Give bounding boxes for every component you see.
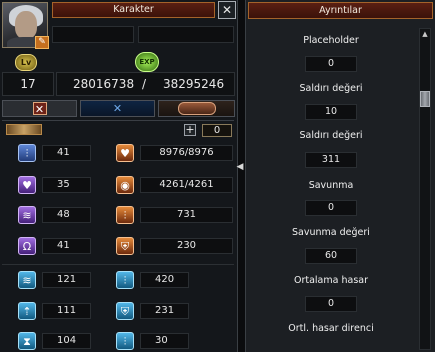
attack-speed-icon: ⫶ bbox=[116, 271, 134, 289]
detail-label: Saldırı değeri bbox=[299, 83, 363, 94]
detail-label: Savunma değeri bbox=[292, 227, 370, 238]
character-window: ✎ Karakter ✕ Lv EXP 17 28016738 / 382952… bbox=[0, 0, 238, 352]
emotion-oval-icon bbox=[177, 102, 216, 115]
crossed-swords-icon: ✕ bbox=[32, 102, 47, 116]
hp-value: 8976/8976 bbox=[140, 145, 233, 161]
magic-attack-icon: ⇡ bbox=[18, 302, 36, 320]
vitality-heart-icon[interactable]: ♥ bbox=[18, 176, 36, 194]
tab-status[interactable]: ✕ bbox=[2, 100, 77, 117]
attack-value: 731 bbox=[140, 207, 233, 223]
stats-divider bbox=[2, 264, 234, 265]
add-stat-button[interactable]: + bbox=[184, 124, 196, 136]
character-name-field bbox=[52, 26, 134, 43]
attack-speed-value: 420 bbox=[140, 272, 189, 288]
tab-emotions[interactable] bbox=[158, 100, 235, 117]
section-divider bbox=[2, 120, 234, 121]
magic-attack-value: 111 bbox=[42, 303, 91, 319]
detail-value: 60 bbox=[305, 248, 357, 264]
defense-value: 230 bbox=[140, 238, 233, 254]
intelligence-value: 41 bbox=[42, 238, 91, 254]
exp-separator: / bbox=[142, 77, 147, 91]
strength-value: 41 bbox=[42, 145, 91, 161]
exp-max: 38295246 bbox=[163, 77, 225, 91]
dexterity-value: 48 bbox=[42, 207, 91, 223]
tab-skills[interactable]: ✕ bbox=[80, 100, 155, 117]
exp-icon: EXP bbox=[135, 52, 159, 72]
level-value: 17 bbox=[2, 72, 54, 96]
mana-orb-icon: ◉ bbox=[116, 176, 134, 194]
level-icon: Lv bbox=[15, 54, 37, 71]
details-scrollbar[interactable]: ▲ bbox=[419, 28, 431, 350]
portrait-face bbox=[15, 11, 37, 39]
magic-defense-value: 231 bbox=[140, 303, 189, 319]
collapse-arrow-icon[interactable]: ◀ bbox=[235, 160, 245, 174]
character-window-title[interactable]: Karakter bbox=[52, 2, 215, 18]
dodge-value: 30 bbox=[140, 333, 189, 349]
magic-shield-icon: ⛨ bbox=[116, 302, 134, 320]
exp-display: 28016738 / 38295246 bbox=[56, 72, 235, 96]
details-window-title[interactable]: Ayrıntılar bbox=[248, 2, 433, 19]
detail-label: Placeholder bbox=[303, 35, 359, 46]
attack-icon: ⫶ bbox=[116, 206, 134, 224]
heart-icon: ♥ bbox=[116, 144, 134, 162]
move-speed-value: 121 bbox=[42, 272, 91, 288]
scrollbar-thumb[interactable] bbox=[420, 91, 430, 107]
close-button[interactable]: ✕ bbox=[218, 1, 236, 19]
detail-value: 10 bbox=[305, 104, 357, 120]
intelligence-icon[interactable]: Ω bbox=[18, 237, 36, 255]
detail-label: Savunma bbox=[308, 180, 354, 191]
detail-label: Saldırı değeri bbox=[299, 130, 363, 141]
vitality-value: 35 bbox=[42, 177, 91, 193]
detail-label: Ortalama hasar bbox=[293, 275, 368, 286]
dexterity-icon[interactable]: ≋ bbox=[18, 206, 36, 224]
shield-icon: ⛨ bbox=[116, 237, 134, 255]
cast-speed-value: 104 bbox=[42, 333, 91, 349]
dodge-icon: ⫶ bbox=[116, 332, 134, 350]
detail-value: 0 bbox=[305, 296, 357, 312]
hourglass-icon: ⧗ bbox=[18, 332, 36, 350]
strength-icon[interactable]: ⫶ bbox=[18, 144, 36, 162]
sp-value: 4261/4261 bbox=[140, 177, 233, 193]
details-window: Ayrıntılar Placeholder 0 Saldırı değeri … bbox=[245, 0, 435, 352]
detail-value: 0 bbox=[305, 56, 357, 72]
stat-points-value: 0 bbox=[202, 124, 232, 137]
edit-pencil-icon[interactable]: ✎ bbox=[35, 36, 49, 49]
detail-value: 311 bbox=[305, 152, 357, 168]
scroll-up-arrow-icon[interactable]: ▲ bbox=[420, 29, 430, 39]
sword-icon bbox=[6, 124, 42, 135]
skill-cross-icon: ✕ bbox=[112, 102, 123, 115]
detail-value: 0 bbox=[305, 200, 357, 216]
guild-name-field bbox=[138, 26, 234, 43]
detail-label: Ortl. hasar direnci bbox=[288, 323, 374, 334]
exp-current: 28016738 bbox=[73, 77, 135, 91]
move-speed-icon: ≋ bbox=[18, 271, 36, 289]
